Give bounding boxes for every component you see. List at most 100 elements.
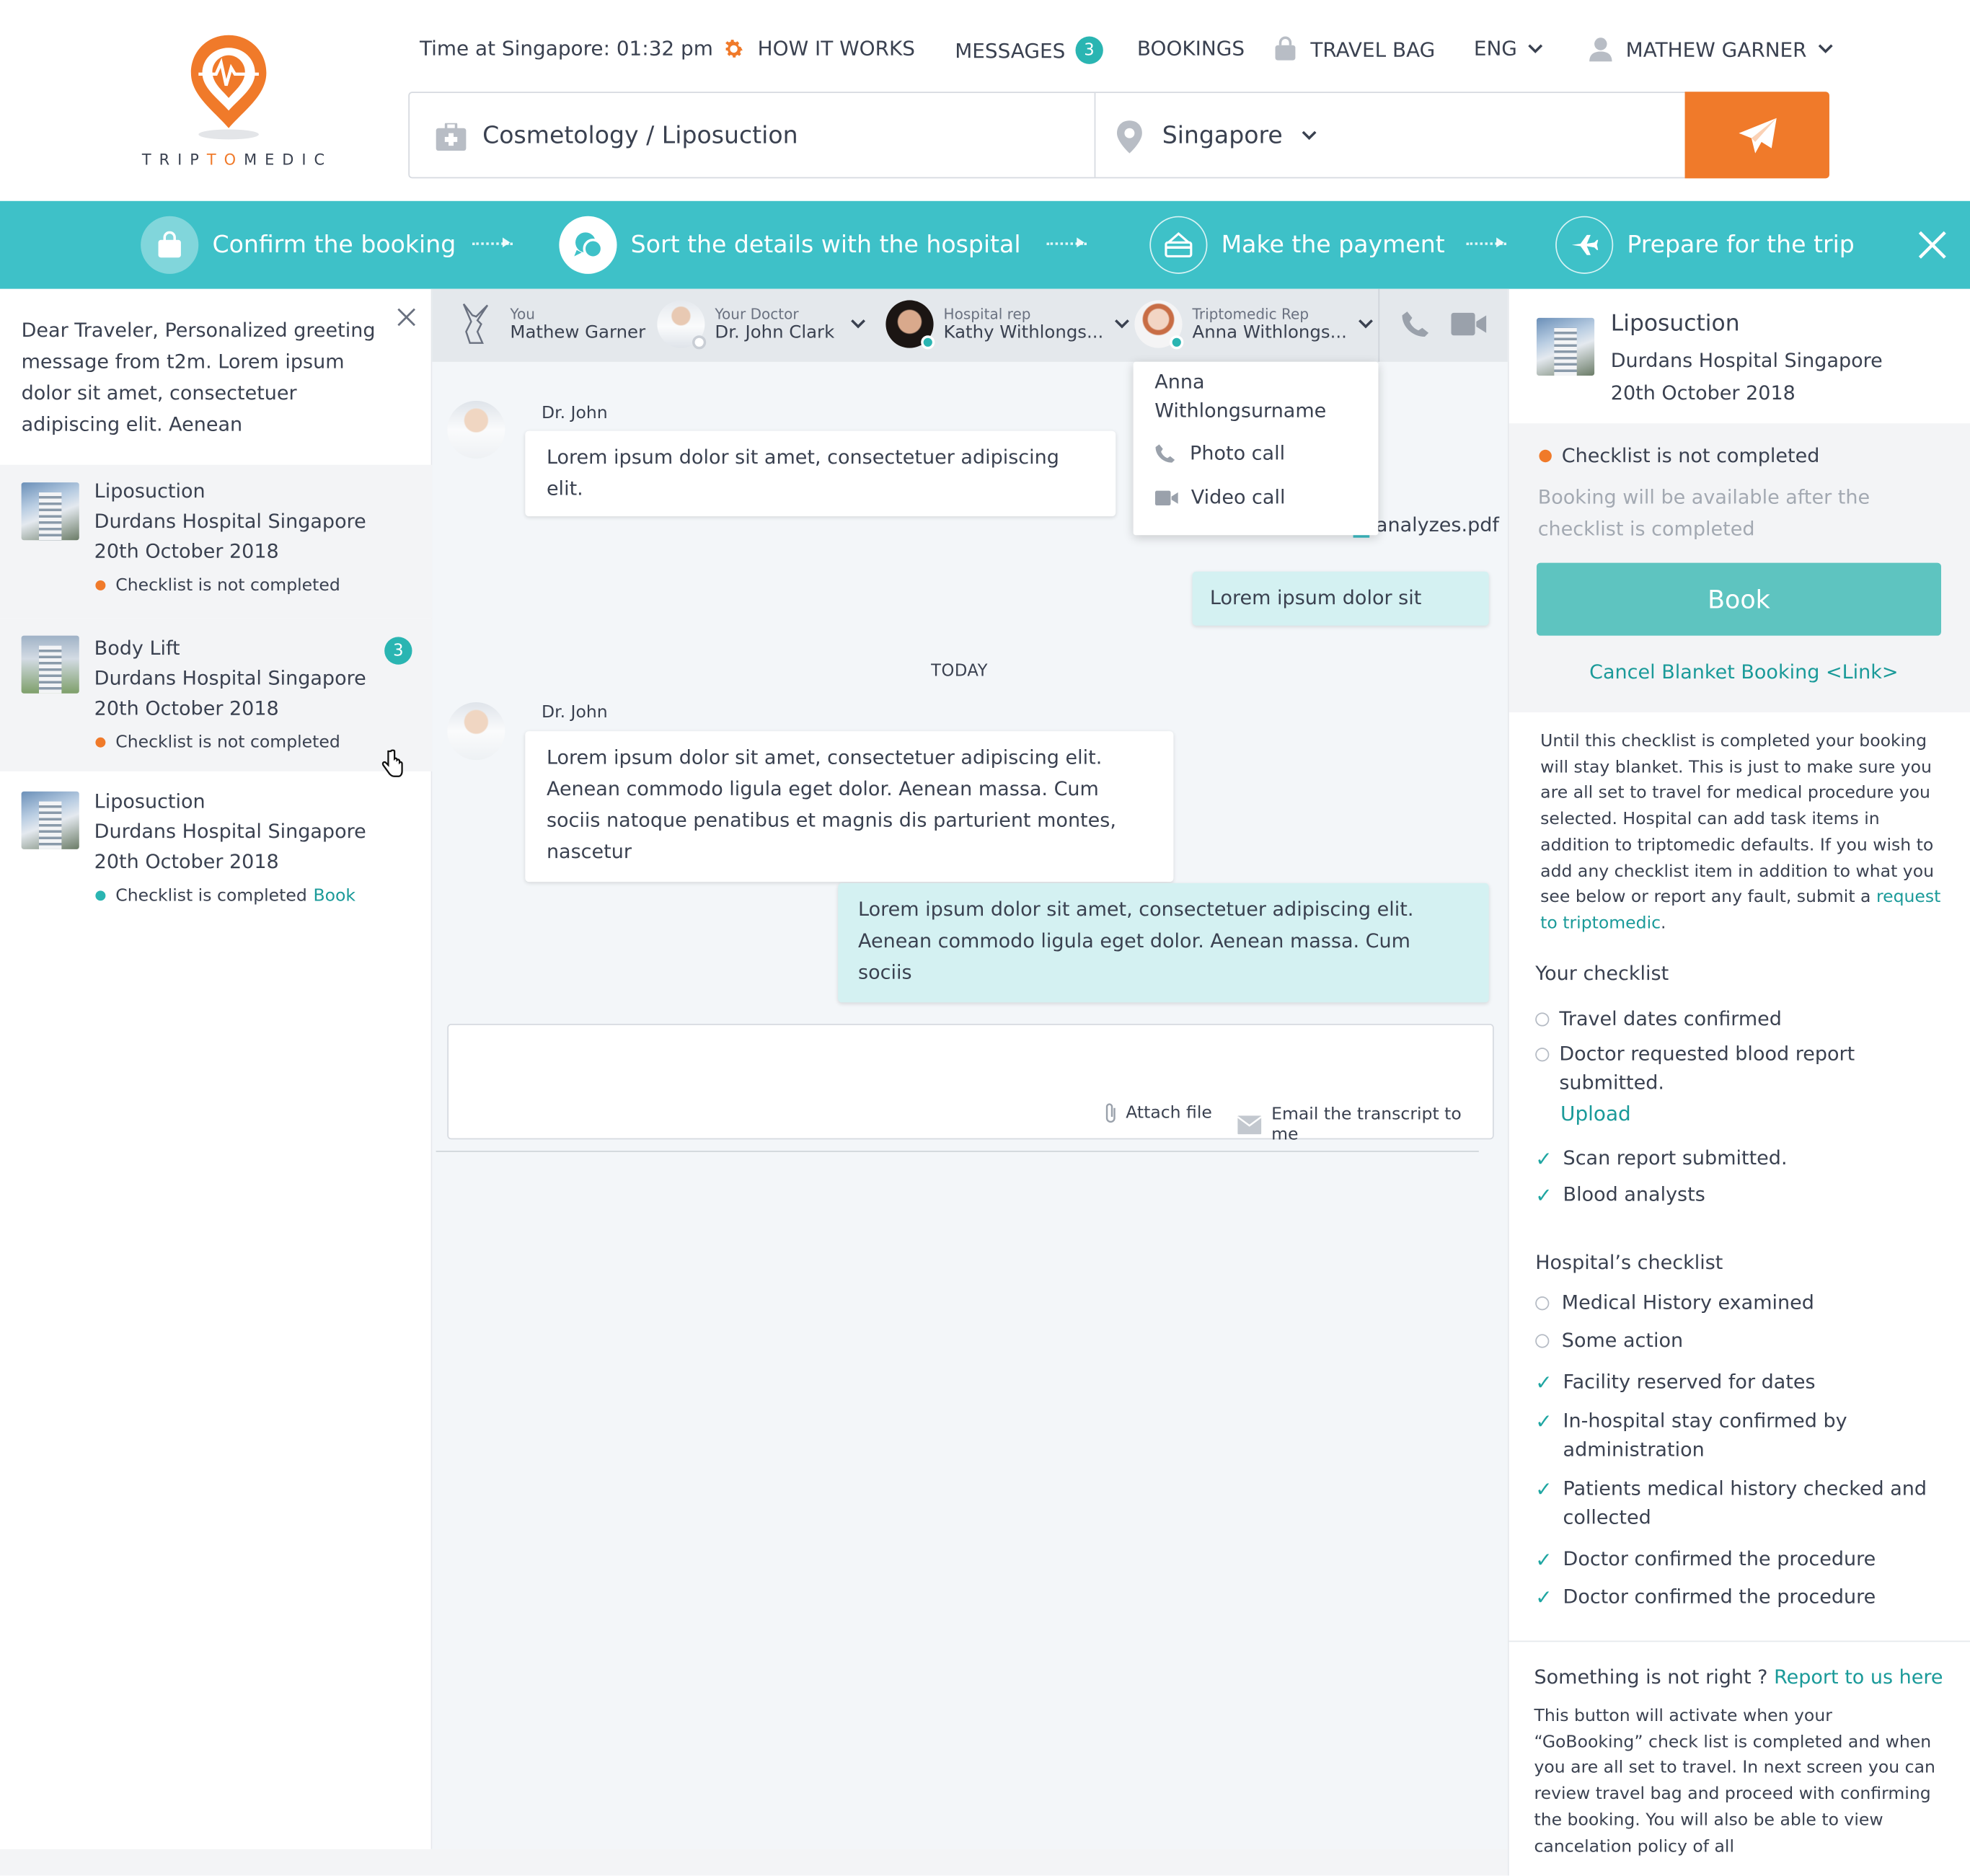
bag-icon — [158, 231, 181, 258]
location-select[interactable]: Singapore — [1162, 122, 1318, 149]
checkmark-icon: ✓ — [1535, 1183, 1552, 1208]
participant-triptomedic-rep[interactable]: Triptomedic Rep Anna Withlongs... — [1134, 300, 1374, 350]
unchecked-icon — [1535, 1012, 1550, 1027]
step-arrow — [1466, 237, 1507, 248]
close-icon[interactable] — [397, 308, 416, 327]
header: TRIPTOMEDIC Time at Singapore: 01:32 pm … — [0, 0, 1970, 201]
participant-hospital-rep[interactable]: Hospital rep Kathy Withlongs... — [885, 300, 1131, 350]
video-camera-icon — [1154, 490, 1178, 505]
search-submit-button[interactable] — [1684, 92, 1829, 179]
book-button[interactable]: Book — [1536, 562, 1942, 636]
language-select[interactable]: ENG — [1474, 37, 1545, 61]
procedure-input[interactable]: Cosmetology / Liposuction — [482, 122, 798, 149]
close-icon[interactable] — [1917, 230, 1948, 260]
status-dot — [95, 737, 106, 748]
avatar-you — [462, 303, 489, 344]
booking-date: 20th October 2018 — [94, 697, 279, 720]
step-confirm-booking[interactable]: Confirm the booking — [141, 216, 456, 274]
avatar-doctor — [657, 300, 707, 350]
participant-role: Your Doctor — [715, 305, 799, 323]
step-sort-details[interactable]: Sort the details with the hospital — [559, 216, 1021, 274]
participant-role: Triptomedic Rep — [1192, 305, 1309, 323]
upload-link[interactable]: Upload — [1560, 1102, 1631, 1125]
hospital-thumbnail — [21, 635, 79, 694]
booking-date: 20th October 2018 — [94, 850, 279, 873]
checklist-item: Some action — [1535, 1327, 1683, 1355]
message-input[interactable]: Attach file Email the transcript to me — [447, 1024, 1494, 1144]
checkmark-icon: ✓ — [1535, 1585, 1552, 1610]
summary-hospital: Durdans Hospital Singapore — [1610, 349, 1883, 372]
divider — [1509, 1640, 1970, 1642]
attach-file-button[interactable]: Attach file — [1105, 1102, 1212, 1124]
logo-text: TRIPTOMEDIC — [141, 151, 333, 169]
logo[interactable]: TRIPTOMEDIC — [138, 32, 340, 171]
divider — [436, 1151, 1479, 1152]
hospital-checklist-title: Hospital’s checklist — [1535, 1251, 1723, 1274]
chevron-down-icon — [851, 319, 866, 329]
checklist-item: ✓ Patients medical history checked and co… — [1535, 1475, 1938, 1533]
checklist-item: ✓ Facility reserved for dates — [1535, 1368, 1815, 1397]
checkmark-icon: ✓ — [1535, 1409, 1552, 1434]
chevron-down-icon — [1359, 319, 1373, 329]
location-pin-icon — [1116, 120, 1142, 154]
phone-icon[interactable] — [1401, 310, 1429, 337]
logo-pin-icon — [190, 35, 267, 140]
checklist-item: Doctor requested blood report submitted. — [1535, 1040, 1912, 1098]
participant-you[interactable]: You Mathew Garner — [452, 300, 645, 348]
booking-status: Checklist is not completed — [115, 732, 340, 753]
greeting-message: Dear Traveler, Personalized greeting mes… — [21, 319, 376, 436]
email-transcript-button[interactable]: Email the transcript to me — [1237, 1105, 1493, 1144]
travel-bag-link[interactable]: TRAVEL BAG — [1274, 36, 1435, 62]
participant-name: Anna Withlongs... — [1192, 322, 1347, 343]
bookings-link[interactable]: BOOKINGS — [1137, 37, 1245, 61]
phone-icon — [1155, 444, 1175, 463]
booking-card[interactable]: Liposuction Durdans Hospital Singapore 20t… — [0, 464, 433, 619]
message-sender: Dr. John — [541, 702, 608, 722]
unchecked-icon — [1535, 1048, 1550, 1062]
envelope-icon — [1237, 1115, 1262, 1134]
book-link[interactable]: Book — [313, 885, 355, 906]
report-link[interactable]: Report to us here — [1774, 1665, 1943, 1688]
footer-bar — [0, 1849, 1508, 1876]
checklist-item: ✓ In-hospital stay confirmed by administr… — [1535, 1407, 1925, 1464]
booking-hospital: Durdans Hospital Singapore — [94, 820, 366, 844]
doctor-avatar — [447, 400, 505, 459]
participant-role: Hospital rep — [943, 305, 1031, 323]
checklist-item: ✓ Doctor confirmed the procedure — [1535, 1583, 1876, 1611]
checklist-status: Checklist is not completed — [1539, 445, 1819, 467]
booking-title: Liposuction — [94, 479, 206, 503]
booking-card[interactable]: Liposuction Durdans Hospital Singapore 20t… — [0, 771, 432, 925]
checklist-item: Medical History examined — [1535, 1289, 1814, 1318]
divider — [1378, 288, 1380, 362]
checkmark-icon: ✓ — [1535, 1477, 1552, 1502]
chevron-down-icon — [1115, 319, 1130, 329]
status-dot — [1539, 449, 1552, 463]
step-prepare-trip[interactable]: Prepare for the trip — [1555, 216, 1855, 274]
messages-link[interactable]: MESSAGES 3 — [955, 36, 1103, 64]
hospital-thumbnail — [21, 791, 79, 849]
booking-card[interactable]: Body Lift Durdans Hospital Singapore 20th … — [0, 618, 433, 777]
step-make-payment[interactable]: Make the payment — [1149, 216, 1445, 274]
checklist-item: ✓ Scan report submitted. — [1535, 1144, 1787, 1173]
photo-call-option[interactable]: Photo call — [1154, 442, 1285, 465]
participant-doctor[interactable]: Your Doctor Dr. John Clark — [657, 300, 867, 350]
user-menu[interactable]: MATHEW GARNER — [1588, 37, 1834, 62]
send-icon — [1739, 118, 1777, 154]
cancel-booking-link[interactable]: Cancel Blanket Booking <Link> — [1589, 661, 1898, 683]
hospital-thumbnail — [21, 482, 79, 541]
chat-icon — [574, 232, 604, 259]
date-divider: TODAY — [931, 662, 989, 681]
bag-icon — [1275, 36, 1296, 61]
booking-hospital: Durdans Hospital Singapore — [94, 510, 366, 533]
participant-role: You — [510, 305, 535, 323]
dropdown-name: Anna Withlongsurname — [1154, 371, 1327, 422]
medical-kit-icon — [436, 123, 467, 151]
message-bubble: Lorem ipsum dolor sit amet, consectetuer… — [838, 882, 1489, 1003]
video-camera-icon[interactable] — [1451, 311, 1487, 337]
how-it-works-link[interactable]: HOW IT WORKS — [723, 37, 915, 61]
messages-count-badge: 3 — [1075, 36, 1103, 64]
message-bubble: Lorem ipsum dolor sit amet, consectetuer… — [525, 731, 1174, 882]
participant-name: Kathy Withlongs... — [943, 322, 1104, 343]
video-call-option[interactable]: Video call — [1154, 486, 1285, 509]
summary-title: Liposuction — [1610, 310, 1740, 337]
